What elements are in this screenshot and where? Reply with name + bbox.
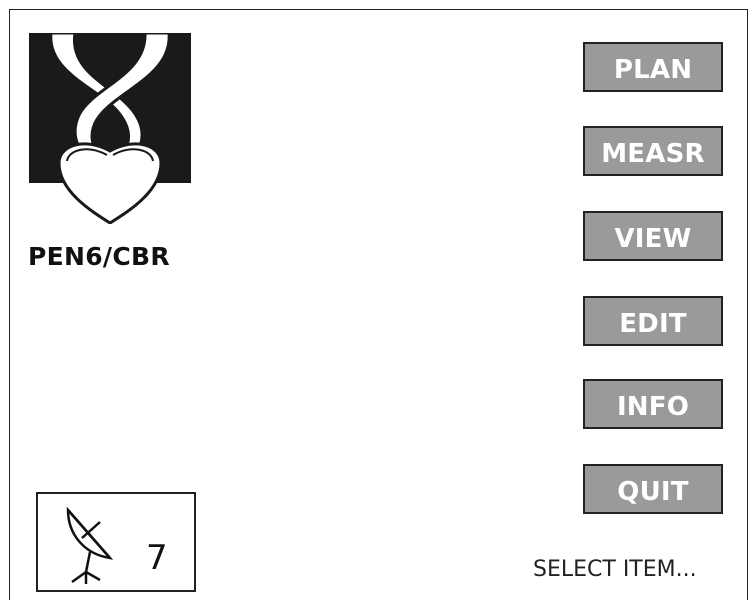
- twisted-ribbon-logo-icon: [29, 33, 191, 224]
- info-button[interactable]: INFO: [583, 379, 723, 429]
- satellite-status-box: 7: [36, 492, 196, 592]
- quit-button[interactable]: QUIT: [583, 464, 723, 514]
- station-name: PEN6/CBR: [28, 242, 170, 271]
- view-button[interactable]: VIEW: [583, 211, 723, 261]
- main-screen: PEN6/CBR PLAN MEASR VIEW EDIT INFO QUIT …: [9, 9, 748, 600]
- satellite-count: 7: [146, 538, 168, 578]
- status-message: SELECT ITEM...: [533, 557, 697, 582]
- measr-button[interactable]: MEASR: [583, 126, 723, 176]
- satellite-dish-icon: [60, 504, 120, 584]
- edit-button[interactable]: EDIT: [583, 296, 723, 346]
- plan-button[interactable]: PLAN: [583, 42, 723, 92]
